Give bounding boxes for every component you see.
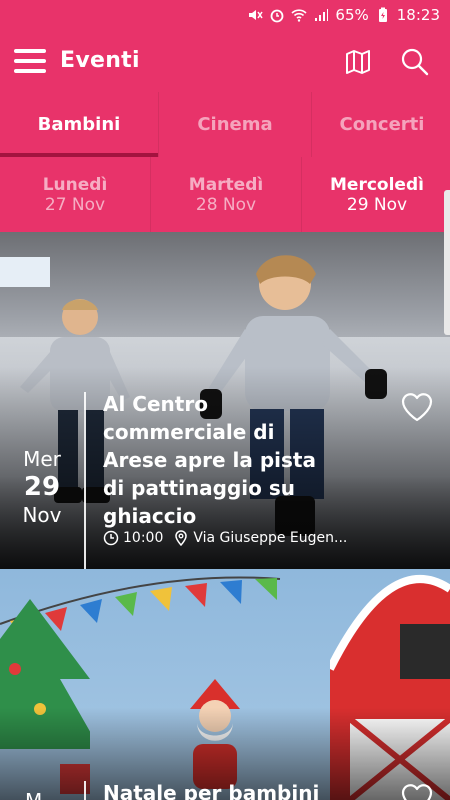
heart-outline-icon[interactable] [400, 781, 434, 800]
status-icons: 65% 18:23 [247, 6, 440, 24]
signal-icon [315, 9, 329, 21]
hamburger-icon[interactable] [14, 49, 46, 75]
day-tab-martedi[interactable]: Martedì 28 Nov [150, 157, 301, 232]
event-day-number: 29 [23, 472, 61, 502]
alarm-icon [271, 9, 284, 23]
event-weekday: Mer [23, 447, 61, 471]
status-bar: 65% 18:23 [0, 0, 450, 32]
clock-icon [103, 530, 119, 546]
tab-cinema[interactable]: Cinema [158, 92, 311, 157]
event-date: Mer 29 Nov [0, 447, 84, 527]
event-meta: 10:00 Via Giuseppe Eugen... [103, 530, 443, 546]
day-tab-mercoledi[interactable]: Mercoledì 29 Nov [301, 157, 450, 232]
day-selector: Lunedì 27 Nov Martedì 28 Nov Mercoledì 2… [0, 157, 450, 232]
heart-outline-icon[interactable] [400, 390, 434, 424]
mute-icon [249, 10, 264, 20]
day-date: 27 Nov [44, 194, 106, 215]
day-name: Mercoledì [330, 174, 424, 195]
day-date: 28 Nov [195, 194, 257, 215]
battery-percent: 65% [335, 6, 369, 24]
event-title: Natale per bambini [103, 781, 320, 800]
image-overlay [0, 569, 450, 800]
battery-charging-icon [378, 7, 387, 22]
event-weekday: M [25, 789, 42, 800]
search-icon[interactable] [400, 47, 430, 77]
day-tab-lunedi[interactable]: Lunedì 27 Nov [0, 157, 150, 232]
scroll-edge-indicator [444, 190, 450, 335]
date-divider [84, 392, 86, 569]
event-location: Via Giuseppe Eugen... [193, 530, 348, 546]
location-pin-icon [175, 530, 188, 546]
day-date: 29 Nov [346, 194, 408, 215]
date-divider [84, 781, 86, 800]
tab-bambini[interactable]: Bambini [0, 92, 158, 157]
day-name: Martedì [188, 174, 264, 195]
event-time: 10:00 [123, 530, 164, 546]
page-title: Eventi [60, 48, 140, 73]
tab-concerti[interactable]: Concerti [311, 92, 450, 157]
event-month: Nov [22, 503, 62, 527]
event-card[interactable]: M Natale per bambini [0, 569, 450, 800]
clock: 18:23 [396, 6, 440, 24]
event-title: Al Centro commerciale di Arese apre la p… [103, 392, 316, 528]
category-tabs: Bambini Cinema Concerti [0, 92, 450, 157]
event-card[interactable]: Mer 29 Nov Al Centro commerciale di Ares… [0, 232, 450, 569]
day-name: Lunedì [42, 174, 108, 195]
wifi-icon [291, 9, 307, 22]
app-bar: Eventi [0, 32, 450, 92]
map-icon[interactable] [344, 48, 372, 76]
